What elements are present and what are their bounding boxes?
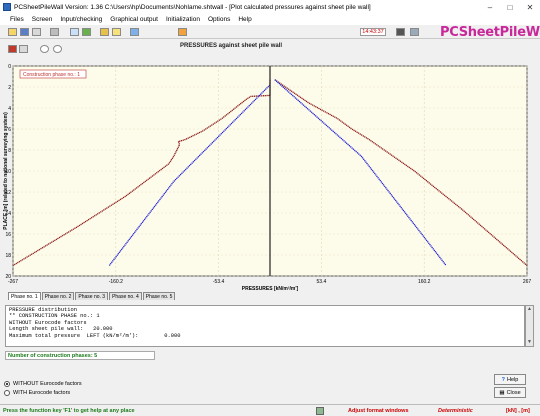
close-button[interactable]: ▦ Close xyxy=(494,387,526,398)
monitor-icon[interactable] xyxy=(396,28,405,36)
graph-icon[interactable] xyxy=(82,28,91,36)
print-icon[interactable] xyxy=(50,28,59,36)
network-icon[interactable] xyxy=(410,28,419,36)
menu-files[interactable]: Files xyxy=(10,16,24,23)
menu-options[interactable]: Options xyxy=(208,16,230,23)
output-text-panel[interactable]: PRESSURE distribution ** CONSTRUCTION PHA… xyxy=(5,305,525,347)
y-tick-label: 0 xyxy=(8,64,11,70)
menu-initialization[interactable]: Initialization xyxy=(166,16,200,23)
x-tick-label: -53.4 xyxy=(213,279,225,285)
status-units: [kN] , [m] xyxy=(506,408,530,414)
status-adjust[interactable]: Adjust format windows xyxy=(348,406,409,416)
tab-phase-1[interactable]: Phase no. 1 xyxy=(8,292,41,300)
x-tick-label: 53.4 xyxy=(317,279,327,285)
minimize-button[interactable]: – xyxy=(480,0,500,14)
tab-phase-3[interactable]: Phase no. 3 xyxy=(75,292,109,300)
option-label: WITH Eurocode factors xyxy=(13,389,71,396)
phase-tabs: Phase no. 1 Phase no. 2 Phase no. 3 Phas… xyxy=(8,292,176,301)
output-scrollbar[interactable]: ▲ ▼ xyxy=(525,305,534,347)
save-as-icon[interactable] xyxy=(32,28,41,36)
zoom-out-icon[interactable] xyxy=(53,45,62,53)
phase-label: Construction phase no.: 1 xyxy=(23,72,80,78)
warning-icon[interactable] xyxy=(178,28,187,36)
help-icon: ? xyxy=(501,376,506,383)
y-tick-label: 18 xyxy=(5,253,11,259)
radio-with-eurocode[interactable] xyxy=(4,389,10,396)
pressure-chart: Construction phase no.: 1 02468101214161… xyxy=(3,64,532,292)
status-indicator-icon xyxy=(316,407,324,415)
option-without-eurocode[interactable]: WITHOUT Eurocode factors xyxy=(4,379,82,388)
options-icon[interactable] xyxy=(100,28,109,36)
radio-without-eurocode[interactable] xyxy=(4,380,10,387)
y-tick-label: 16 xyxy=(5,232,11,238)
tab-phase-4[interactable]: Phase no. 4 xyxy=(109,292,142,300)
maximize-button[interactable]: □ xyxy=(500,0,520,14)
title-bar: PCSheetPileWall Version: 1.36 C:\Users\h… xyxy=(0,0,540,14)
plot-title: PRESSURES against sheet pile wall xyxy=(180,43,283,49)
save-icon[interactable] xyxy=(20,28,29,36)
help-button-label: Help xyxy=(507,376,519,383)
about-icon[interactable] xyxy=(130,28,139,36)
print-chart-icon[interactable] xyxy=(8,45,17,53)
help-button[interactable]: ? Help xyxy=(494,374,526,385)
zoom-in-icon[interactable] xyxy=(40,45,49,53)
menu-help[interactable]: Help xyxy=(238,16,251,23)
clock-display: 14:43:37 xyxy=(360,28,386,36)
output-line: Maximum total pressure LEFT (kN/m²/m'): … xyxy=(9,332,181,339)
x-tick-label: 267 xyxy=(523,279,532,285)
x-tick-label: -160.2 xyxy=(109,279,123,285)
y-tick-label: 4 xyxy=(8,106,11,112)
phase-count-display: Number of construction phases: 5 xyxy=(5,351,155,360)
close-button-label: Close xyxy=(506,389,521,396)
status-mode: Deterministic xyxy=(438,408,473,414)
app-icon xyxy=(3,3,11,11)
option-label: WITHOUT Eurocode factors xyxy=(13,380,82,387)
menu-bar: Files Screen Input/checking Graphical ou… xyxy=(0,14,540,25)
window-title: PCSheetPileWall Version: 1.36 C:\Users\h… xyxy=(14,3,371,11)
y-axis-label: PLACE [m] (related to national surveying… xyxy=(3,112,9,230)
lightbulb-icon[interactable] xyxy=(112,28,121,36)
eurocode-options: WITHOUT Eurocode factors WITH Eurocode f… xyxy=(4,379,82,397)
menu-input-checking[interactable]: Input/checking xyxy=(60,16,102,23)
close-window-button[interactable]: ✕ xyxy=(520,0,540,14)
y-tick-label: 2 xyxy=(8,85,11,91)
close-door-icon: ▦ xyxy=(499,389,505,396)
scroll-down-icon[interactable]: ▼ xyxy=(526,339,533,346)
copy-chart-icon[interactable] xyxy=(19,45,28,53)
status-bar: Press the function key 'F1' to get help … xyxy=(0,404,540,416)
tab-phase-2[interactable]: Phase no. 2 xyxy=(41,292,75,300)
input-check-icon[interactable] xyxy=(70,28,79,36)
status-hint: Press the function key 'F1' to get help … xyxy=(3,408,135,414)
x-tick-label: -267 xyxy=(8,279,18,285)
menu-graphical-output[interactable]: Graphical output xyxy=(110,16,158,23)
open-folder-icon[interactable] xyxy=(8,28,17,36)
x-tick-label: 160.2 xyxy=(418,279,431,285)
menu-screen[interactable]: Screen xyxy=(32,16,53,23)
scroll-up-icon[interactable]: ▲ xyxy=(526,306,533,313)
x-axis-label: PRESSURES [kN/m²/m'] xyxy=(242,286,299,292)
tab-phase-5[interactable]: Phase no. 5 xyxy=(142,292,176,300)
option-with-eurocode[interactable]: WITH Eurocode factors xyxy=(4,388,82,397)
